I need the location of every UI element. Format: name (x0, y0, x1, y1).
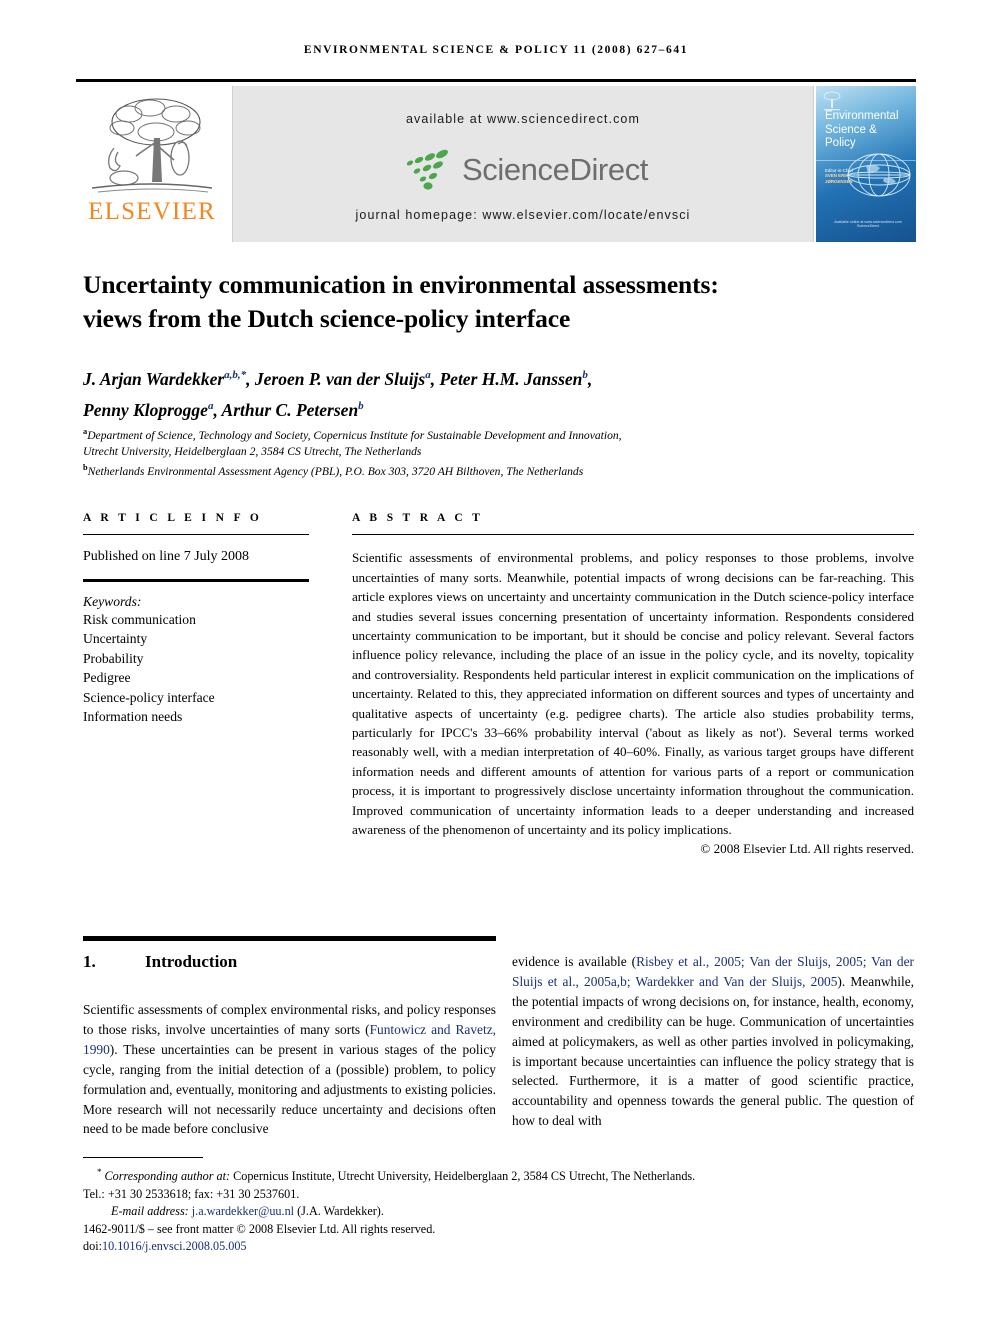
page-title: Uncertainty communication in environment… (83, 268, 913, 336)
abstract-copyright: © 2008 Elsevier Ltd. All rights reserved… (700, 841, 914, 857)
telephone-line: Tel.: +31 30 2533618; fax: +31 30 253760… (83, 1186, 300, 1201)
sciencedirect-banner: available at www.sciencedirect.com Scien… (232, 86, 814, 242)
body-text: ). These uncertainties can be present in… (83, 1041, 496, 1137)
author-name: J. Arjan Wardekker (83, 368, 225, 389)
affiliations: aDepartment of Science, Technology and S… (83, 424, 913, 480)
cover-editor-name: SVEN ERIK JØRGENSEN (825, 173, 853, 184)
corresponding-author-label: Corresponding author at: (104, 1169, 231, 1184)
cover-title: Environmental Science & Policy (825, 110, 899, 149)
body-column-right: evidence is available (Risbey et al., 20… (512, 952, 914, 1131)
email-link[interactable]: j.a.wardekker@uu.nl (192, 1204, 294, 1218)
author-name: Penny Kloprogge (83, 399, 208, 420)
footnote-rule (83, 1157, 203, 1159)
keyword-item: Risk communication (83, 611, 196, 627)
doi-line: doi:10.1016/j.envsci.2008.05.005 (83, 1238, 923, 1256)
corresponding-author-line: * Corresponding author at: Copernicus In… (83, 1164, 923, 1186)
doi-label: doi: (83, 1239, 102, 1254)
front-matter-line: 1462-9011/$ – see front matter © 2008 El… (83, 1221, 436, 1236)
cover-editor-label: Editor-in-Chief (825, 168, 854, 173)
footnote-block: * Corresponding author at: Copernicus In… (83, 1164, 923, 1256)
author-sup: a,b,* (224, 369, 247, 381)
email-owner: (J.A. Wardekker). (297, 1204, 384, 1219)
affiliation-a-line1: Department of Science, Technology and So… (87, 428, 622, 442)
keywords-list: Risk communication Uncertainty Probabili… (83, 610, 309, 726)
header-rule (76, 79, 916, 82)
author-name: Peter H.M. Janssen (439, 368, 583, 389)
abstract-body: Scientific assessments of environmental … (352, 550, 914, 838)
abstract-heading: A B S T R A C T (352, 512, 484, 524)
elsevier-logo: ELSEVIER (76, 86, 228, 242)
sciencedirect-logo: ScienceDirect (233, 144, 813, 196)
title-line-1: Uncertainty communication in environment… (83, 270, 719, 299)
author-list: J. Arjan Wardekkera,b,*, Jeroen P. van d… (83, 368, 593, 420)
cover-footer-text: Available online at www.sciencedirect.co… (834, 220, 902, 228)
section-heading: 1. Introduction (83, 952, 496, 972)
section-number: 1. (83, 952, 96, 971)
abstract-section: A B S T R A C T Scientific assessments o… (352, 512, 914, 857)
cover-editor: Editor-in-Chief SVEN ERIK JØRGENSEN (825, 168, 867, 184)
keyword-item: Pedigree (83, 670, 131, 686)
affiliation-a-line2: Utrecht University, Heidelberglaan 2, 35… (83, 445, 422, 459)
keywords-label: Keywords: (83, 593, 142, 609)
title-line-2: views from the Dutch science-policy inte… (83, 304, 571, 333)
elsevier-tree-icon (91, 98, 213, 193)
author-sup: a (207, 399, 214, 412)
keyword-item: Uncertainty (83, 631, 148, 647)
body-text: evidence is available ( (512, 954, 637, 969)
article-info-section: A R T I C L E I N F O Published on line … (83, 512, 309, 726)
keywords-rule (83, 579, 309, 582)
keyword-item: Probability (83, 650, 144, 666)
body-column-left: Scientific assessments of complex enviro… (83, 1000, 496, 1139)
running-head: Environmental Science & Policy 11 (2008)… (303, 44, 689, 56)
sciencedirect-wordmark: ScienceDirect (461, 152, 649, 187)
article-info-heading: A R T I C L E I N F O (83, 512, 263, 524)
publication-date: Published on line 7 July 2008 (83, 549, 250, 565)
keyword-item: Information needs (83, 709, 183, 725)
section-divider-bar (83, 936, 496, 941)
sciencedirect-leaves-icon (406, 149, 448, 190)
section-title: Introduction (145, 952, 238, 971)
email-line: E-mail address: j.a.wardekker@uu.nl (J.A… (83, 1203, 923, 1221)
journal-homepage-text: journal homepage: www.elsevier.com/locat… (355, 208, 691, 222)
elsevier-wordmark: ELSEVIER (88, 198, 216, 225)
cover-elsevier-icon (823, 91, 841, 111)
keyword-item: Science-policy interface (83, 689, 215, 705)
abstract-rule (352, 534, 914, 536)
footnote-star-marker: * (97, 1167, 102, 1177)
journal-cover-thumbnail: Environmental Science & Policy Editor-in (816, 86, 916, 242)
masthead: ELSEVIER available at www.sciencedirect.… (76, 86, 916, 242)
available-at-text: available at www.sciencedirect.com (405, 112, 640, 126)
affiliation-b: Netherlands Environmental Assessment Age… (87, 465, 584, 479)
body-text: ). Meanwhile, the potential impacts of w… (512, 973, 914, 1129)
author-sup: b (358, 399, 364, 412)
author-sup: b (582, 369, 588, 381)
author-sup: a (425, 369, 431, 381)
corresponding-author-address: Copernicus Institute, Utrecht University… (233, 1169, 696, 1184)
paper-page: Environmental Science & Policy 11 (2008)… (0, 0, 992, 1323)
author-name: Arthur C. Petersen (221, 399, 359, 420)
article-info-rule (83, 534, 309, 536)
email-label: E-mail address: (111, 1204, 189, 1219)
doi-link[interactable]: 10.1016/j.envsci.2008.05.005 (102, 1239, 247, 1253)
author-name: Jeroen P. van der Sluijs (254, 368, 426, 389)
